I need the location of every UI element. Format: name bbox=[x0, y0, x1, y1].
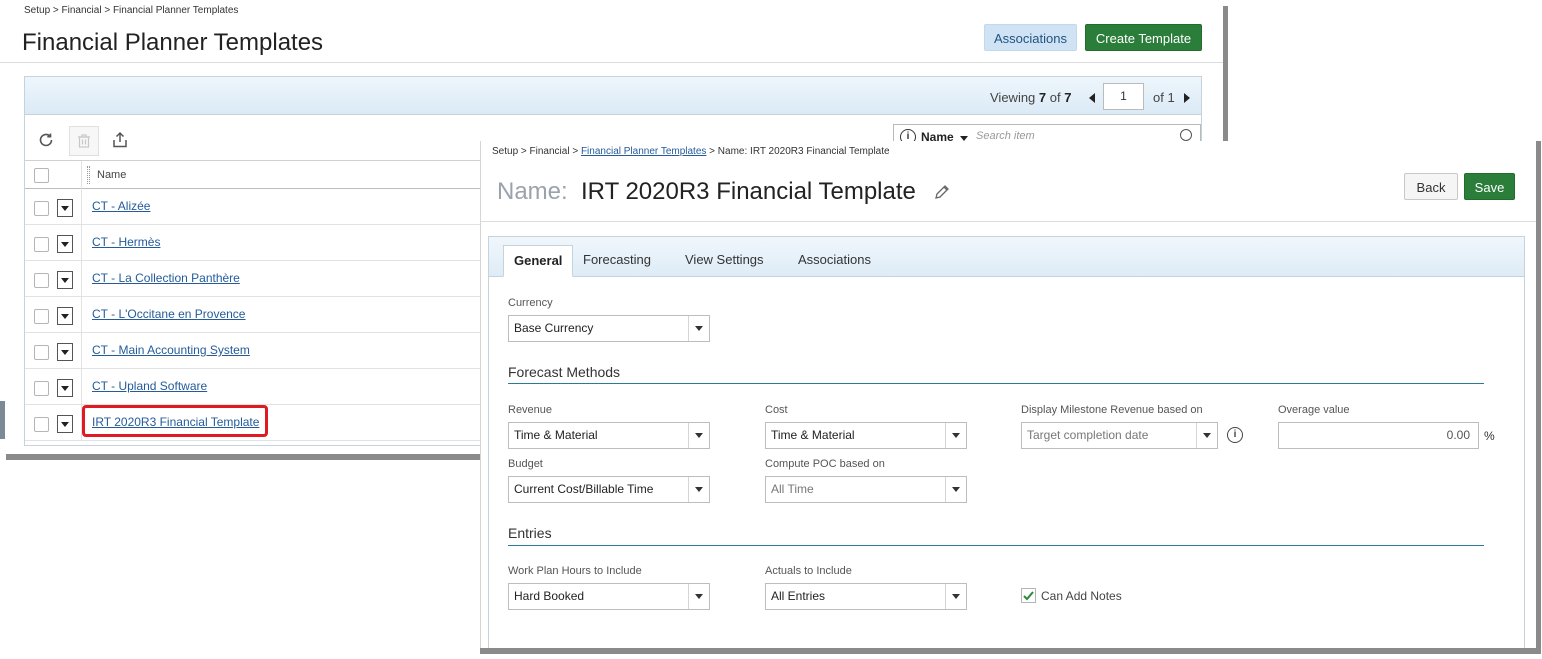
overage-unit: % bbox=[1484, 429, 1495, 443]
breadcrumb: Setup > Financial > Financial Planner Te… bbox=[492, 146, 890, 157]
row-name-link[interactable]: CT - L'Occitane en Provence bbox=[92, 307, 245, 321]
row-name-link[interactable]: CT - Alizée bbox=[92, 199, 150, 213]
revenue-label: Revenue bbox=[508, 404, 553, 416]
overage-label: Overage value bbox=[1278, 404, 1350, 416]
row-checkbox[interactable] bbox=[34, 237, 49, 252]
row-checkbox[interactable] bbox=[34, 273, 49, 288]
row-menu-button[interactable] bbox=[57, 271, 73, 289]
milestone-label: Display Milestone Revenue based on bbox=[1021, 404, 1203, 416]
row-name-link[interactable]: CT - Hermès bbox=[92, 235, 160, 249]
budget-select[interactable]: Current Cost/Billable Time bbox=[508, 476, 710, 503]
row-menu-button[interactable] bbox=[57, 343, 73, 361]
row-divider bbox=[81, 333, 82, 368]
row-name-link[interactable]: CT - Upland Software bbox=[92, 379, 207, 393]
template-detail-window: Setup > Financial > Financial Planner Te… bbox=[480, 141, 1537, 654]
chevron-down-icon bbox=[945, 423, 966, 448]
save-button[interactable]: Save bbox=[1464, 173, 1515, 200]
header-divider bbox=[0, 62, 1223, 63]
window-shadow bbox=[1536, 141, 1541, 654]
entries-title: Entries bbox=[508, 525, 552, 541]
row-name-link[interactable]: CT - La Collection Panthère bbox=[92, 271, 240, 285]
column-resize-handle[interactable] bbox=[87, 166, 90, 184]
row-menu-button[interactable] bbox=[57, 307, 73, 325]
row-divider bbox=[81, 369, 82, 404]
chevron-down-icon bbox=[945, 477, 966, 502]
workplan-label: Work Plan Hours to Include bbox=[508, 565, 642, 577]
chevron-down-icon bbox=[688, 316, 709, 341]
row-divider bbox=[81, 297, 82, 332]
workplan-select[interactable]: Hard Booked bbox=[508, 583, 710, 610]
breadcrumb-link[interactable]: Financial Planner Templates bbox=[581, 146, 706, 157]
milestone-select[interactable]: Target completion date bbox=[1021, 422, 1218, 449]
name-label: Name: bbox=[497, 178, 568, 205]
template-form-panel: General Forecasting View Settings Associ… bbox=[488, 236, 1525, 654]
chevron-down-icon bbox=[1196, 423, 1217, 448]
page-title: Financial Planner Templates bbox=[22, 29, 324, 56]
search-icon[interactable] bbox=[1180, 129, 1192, 141]
chevron-down-icon bbox=[945, 584, 966, 609]
poc-select[interactable]: All Time bbox=[765, 476, 967, 503]
tab-forecasting[interactable]: Forecasting bbox=[573, 245, 661, 277]
grid-pager-bar: Viewing 7 of 7 1 of 1 bbox=[25, 77, 1201, 115]
associations-button[interactable]: Associations bbox=[984, 24, 1077, 51]
row-menu-button[interactable] bbox=[57, 379, 73, 397]
actuals-label: Actuals to Include bbox=[765, 565, 852, 577]
highlight-box bbox=[82, 405, 268, 437]
export-icon[interactable] bbox=[107, 127, 133, 153]
header-divider bbox=[481, 221, 1537, 222]
page-total: of 1 bbox=[1153, 90, 1175, 105]
chevron-down-icon bbox=[688, 584, 709, 609]
actuals-select[interactable]: All Entries bbox=[765, 583, 967, 610]
poc-label: Compute POC based on bbox=[765, 458, 885, 470]
select-all-checkbox[interactable] bbox=[34, 168, 49, 183]
row-menu-button[interactable] bbox=[57, 235, 73, 253]
row-checkbox[interactable] bbox=[34, 201, 49, 216]
row-checkbox[interactable] bbox=[34, 309, 49, 324]
section-divider bbox=[508, 545, 1484, 546]
cost-select[interactable]: Time & Material bbox=[765, 422, 967, 449]
refresh-icon[interactable] bbox=[33, 127, 59, 153]
delete-icon[interactable] bbox=[69, 126, 99, 156]
template-name: IRT 2020R3 Financial Template bbox=[581, 178, 916, 205]
back-button[interactable]: Back bbox=[1404, 173, 1458, 200]
row-menu-button[interactable] bbox=[57, 415, 73, 433]
row-menu-button[interactable] bbox=[57, 199, 73, 217]
currency-select[interactable]: Base Currency bbox=[508, 315, 710, 342]
can-add-notes-checkbox[interactable] bbox=[1021, 588, 1036, 603]
info-icon[interactable]: i bbox=[1227, 427, 1243, 443]
forecast-methods-title: Forecast Methods bbox=[508, 364, 621, 380]
revenue-select[interactable]: Time & Material bbox=[508, 422, 710, 449]
row-checkbox[interactable] bbox=[34, 417, 49, 432]
chevron-down-icon bbox=[688, 477, 709, 502]
viewing-count: Viewing 7 of 7 bbox=[990, 90, 1072, 105]
overage-input[interactable]: 0.00 bbox=[1278, 422, 1479, 449]
row-checkbox[interactable] bbox=[34, 345, 49, 360]
tab-general[interactable]: General bbox=[503, 245, 574, 277]
prev-page-icon[interactable] bbox=[1089, 93, 1095, 103]
tab-associations[interactable]: Associations bbox=[788, 245, 881, 277]
cost-label: Cost bbox=[765, 404, 788, 416]
budget-label: Budget bbox=[508, 458, 543, 470]
collapse-handle[interactable] bbox=[0, 401, 5, 439]
breadcrumb: Setup > Financial > Financial Planner Te… bbox=[24, 5, 239, 16]
row-divider bbox=[81, 261, 82, 296]
row-checkbox[interactable] bbox=[34, 381, 49, 396]
edit-pencil-icon[interactable] bbox=[933, 183, 951, 206]
create-template-button[interactable]: Create Template bbox=[1085, 24, 1202, 51]
section-divider bbox=[508, 383, 1484, 384]
column-divider bbox=[81, 161, 82, 189]
window-shadow bbox=[480, 648, 1541, 654]
chevron-down-icon bbox=[688, 423, 709, 448]
column-name-header[interactable]: Name bbox=[97, 169, 126, 181]
tab-view-settings[interactable]: View Settings bbox=[675, 245, 774, 277]
row-divider bbox=[81, 225, 82, 260]
can-add-notes-label: Can Add Notes bbox=[1041, 589, 1122, 603]
row-name-link[interactable]: CT - Main Accounting System bbox=[92, 343, 250, 357]
currency-label: Currency bbox=[508, 297, 553, 309]
next-page-icon[interactable] bbox=[1184, 93, 1190, 103]
row-divider bbox=[81, 189, 82, 224]
page-number-input[interactable]: 1 bbox=[1103, 83, 1144, 110]
tab-bar: General Forecasting View Settings Associ… bbox=[489, 237, 1524, 277]
